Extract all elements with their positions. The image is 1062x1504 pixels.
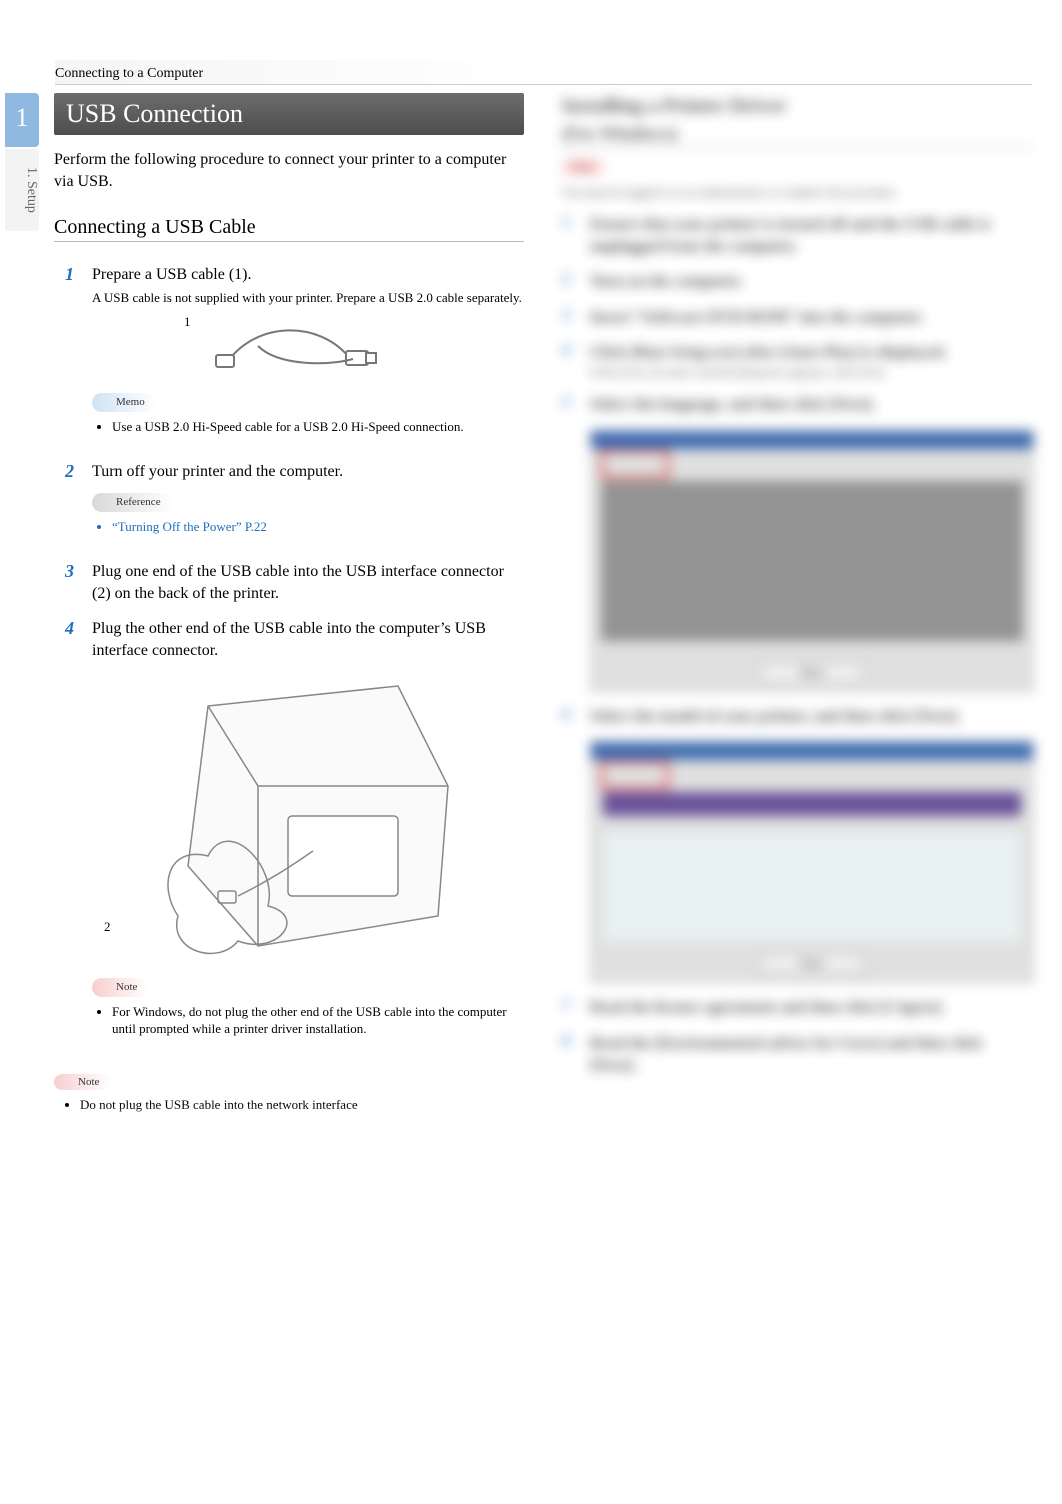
chapter-tab-active: 1 <box>5 93 39 147</box>
memo-tag: Memo <box>92 393 157 412</box>
step-body: Plug one end of the USB cable into the U… <box>92 561 524 604</box>
right-step: 2 Turn on the computer. <box>562 271 1032 293</box>
figure-label: 1 <box>184 313 191 331</box>
step: 2 Turn off your printer and the computer… <box>54 461 524 547</box>
right-step-text: Click [Run Setup.exe] after [Auto Play] … <box>590 342 1032 380</box>
note-item: For Windows, do not plug the other end o… <box>112 1003 524 1038</box>
next-button: Next <box>759 662 864 683</box>
next-button: Next <box>759 953 864 974</box>
section-intro: Perform the following procedure to conne… <box>54 149 524 194</box>
step-text: Plug one end of the USB cable into the U… <box>92 561 524 604</box>
chapter-tab-label: 1. Setup <box>5 149 39 231</box>
step-text: Plug the other end of the USB cable into… <box>92 618 524 661</box>
right-step-text: Read the license agreement and then clic… <box>590 997 1032 1019</box>
step-body: Prepare a USB cable (1). A USB cable is … <box>92 264 524 448</box>
right-step: 8 Read the [Environmental advice for Use… <box>562 1033 1032 1076</box>
step-body: Turn off your printer and the computer. … <box>92 461 524 547</box>
page-header: Connecting to a Computer <box>55 60 1032 85</box>
content-columns: USB Connection Perform the following pro… <box>44 93 1032 1135</box>
right-step-num: 2 <box>562 271 576 293</box>
right-column-preview: Installing a Printer Driver (For Windows… <box>562 93 1032 1135</box>
right-step: 6 Select the model of your printer, and … <box>562 706 1032 728</box>
step-body: Plug the other end of the USB cable into… <box>92 618 524 1049</box>
right-step: 3 Insert “Software DVD-ROM” into the com… <box>562 307 1032 329</box>
right-step-num: 1 <box>562 214 576 257</box>
memo-list: Use a USB 2.0 Hi-Speed cable for a USB 2… <box>92 418 524 436</box>
right-step: 5 Select the language, and then click [N… <box>562 394 1032 416</box>
page-cutoff-fade <box>54 1105 524 1135</box>
right-step-num: 5 <box>562 394 576 416</box>
usb-cable-icon <box>208 311 408 381</box>
right-step-text: Read the [Environmental advice for Users… <box>590 1033 1032 1076</box>
right-step-num: 6 <box>562 706 576 728</box>
memo-item: Use a USB 2.0 Hi-Speed cable for a USB 2… <box>112 418 524 436</box>
section-title: USB Connection <box>54 93 524 135</box>
right-screenshot-2: Next <box>562 741 1032 983</box>
right-step-text: Turn on the computer. <box>590 271 1032 293</box>
step-subnote: A USB cable is not supplied with your pr… <box>92 289 524 307</box>
right-step: 1 Ensure that your printer is turned off… <box>562 214 1032 257</box>
step-number: 1 <box>54 264 74 285</box>
right-step-text: Ensure that your printer is turned off a… <box>590 214 1032 257</box>
figure-printer-back: 2 <box>92 666 524 966</box>
step: 1 Prepare a USB cable (1). A USB cable i… <box>54 264 524 448</box>
right-step: 4 Click [Run Setup.exe] after [Auto Play… <box>562 342 1032 380</box>
step-number: 2 <box>54 461 74 482</box>
reference-tag: Reference <box>92 493 173 512</box>
step-text: Prepare a USB cable (1). <box>92 264 524 286</box>
step-number: 3 <box>54 561 74 582</box>
right-note-text: You must be logged in as an administrato… <box>562 185 1032 200</box>
right-step-text: Insert “Software DVD-ROM” into the compu… <box>590 307 1032 329</box>
note-tag: Note <box>92 978 149 997</box>
note-tag: Note <box>54 1074 111 1090</box>
page-body: 1 1. Setup USB Connection Perform the fo… <box>0 93 1032 1135</box>
reference-link[interactable]: “Turning Off the Power” P.22 <box>112 518 524 536</box>
note-list: For Windows, do not plug the other end o… <box>92 1003 524 1038</box>
right-screenshot-1: Next <box>562 430 1032 692</box>
right-step-text: Select the language, and then click [Nex… <box>590 394 1032 416</box>
right-step: 7 Read the license agreement and then cl… <box>562 997 1032 1019</box>
right-step-num: 7 <box>562 997 576 1019</box>
right-note-tag: Note <box>562 159 603 175</box>
step-number: 4 <box>54 618 74 639</box>
step: 4 Plug the other end of the USB cable in… <box>54 618 524 1049</box>
right-step-small: If the [User Account Control] dialog box… <box>590 364 1032 380</box>
right-title: Installing a Printer Driver <box>562 93 1032 119</box>
right-subtitle: (For Windows) <box>562 123 1032 147</box>
right-step-num: 3 <box>562 307 576 329</box>
right-step-num: 8 <box>562 1033 576 1076</box>
step: 3 Plug one end of the USB cable into the… <box>54 561 524 604</box>
figure-usb-cable: 1 <box>92 311 524 381</box>
right-step-num: 4 <box>562 342 576 380</box>
reference-list: “Turning Off the Power” P.22 <box>92 518 524 536</box>
printer-back-icon <box>148 666 468 966</box>
figure-label: 2 <box>104 918 111 936</box>
left-column: USB Connection Perform the following pro… <box>54 93 524 1135</box>
side-tabs: 1 1. Setup <box>0 93 44 233</box>
step-text: Turn off your printer and the computer. <box>92 461 524 483</box>
section-subhead: Connecting a USB Cable <box>54 216 524 242</box>
right-step-text: Select the model of your printer, and th… <box>590 706 1032 728</box>
